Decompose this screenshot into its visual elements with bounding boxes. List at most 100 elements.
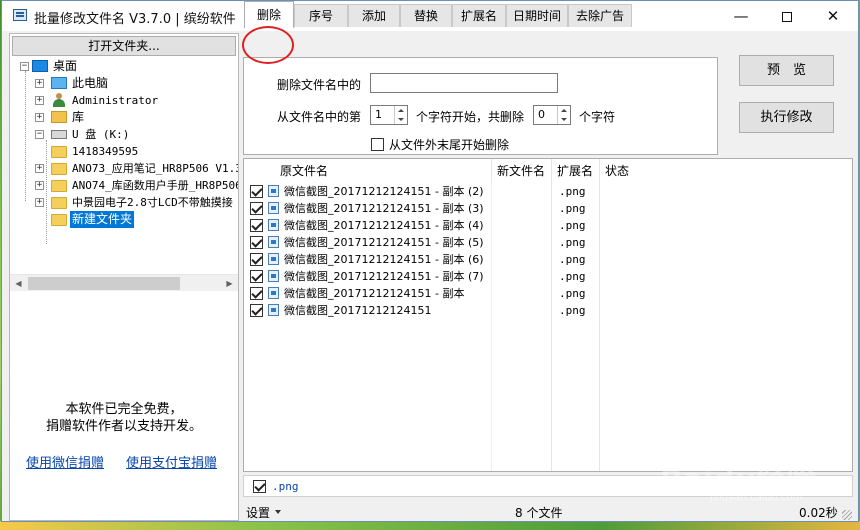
- count-suffix-label: 个字符: [579, 110, 616, 124]
- table-row[interactable]: 微信截图_20171212124151 - 副本 .png: [244, 285, 852, 302]
- extension-cell: .png: [559, 202, 586, 215]
- column-header-new-name[interactable]: 新文件名: [497, 159, 546, 183]
- spin-arrows-icon[interactable]: [394, 106, 407, 124]
- table-row[interactable]: 微信截图_20171212124151 - 副本 (4) .png: [244, 217, 852, 234]
- tree-node-folder[interactable]: + ANO74_库函数用户手册_HR8P506: [10, 177, 238, 194]
- tab-datetime[interactable]: 日期时间: [506, 4, 568, 27]
- folder-tree[interactable]: − 桌面 + 此电脑 + Administrator + 库 − U 盘 (K:…: [10, 58, 238, 274]
- tree-node-label: U 盘 (K:): [72, 128, 130, 141]
- tab-add[interactable]: 添加: [348, 4, 400, 27]
- delete-text-input[interactable]: [370, 73, 558, 93]
- folder-icon: [51, 197, 67, 209]
- row-checkbox[interactable]: [250, 287, 263, 300]
- preview-button[interactable]: 预 览: [739, 55, 834, 86]
- delete-in-name-label: 删除文件名中的: [277, 78, 362, 92]
- file-list[interactable]: 原文件名 新文件名 扩展名 状态 微信截图_20171212124151 - 副…: [243, 158, 853, 472]
- image-file-icon: [268, 236, 279, 248]
- image-file-icon: [268, 185, 279, 197]
- filter-extension-checkbox[interactable]: [253, 480, 266, 493]
- execute-rename-button[interactable]: 执行修改: [739, 102, 834, 133]
- tree-node-administrator[interactable]: + Administrator: [10, 92, 238, 109]
- column-header-extension[interactable]: 扩展名: [557, 159, 594, 183]
- donate-wechat-link[interactable]: 使用微信捐赠: [26, 452, 104, 471]
- tree-node-this-pc[interactable]: + 此电脑: [10, 75, 238, 92]
- tree-node-folder[interactable]: + 中景园电子2.8寸LCD不带触摸接: [10, 194, 238, 211]
- tree-node-label: 此电脑: [72, 76, 109, 90]
- row-checkbox[interactable]: [250, 270, 263, 283]
- row-checkbox[interactable]: [250, 219, 263, 232]
- start-suffix-label: 个字符开始，共删除: [416, 110, 525, 124]
- table-row[interactable]: 微信截图_20171212124151 - 副本 (5) .png: [244, 234, 852, 251]
- maximize-button[interactable]: [764, 1, 810, 31]
- row-checkbox[interactable]: [250, 253, 263, 266]
- row-checkbox[interactable]: [250, 304, 263, 317]
- file-count: 8 个文件: [515, 506, 563, 520]
- tab-replace[interactable]: 替换: [400, 4, 452, 27]
- folder-panel: 打开文件夹... − 桌面 + 此电脑 + Administrator + 库 …: [9, 33, 239, 521]
- folder-icon: [51, 180, 67, 192]
- free-notice: 本软件已完全免费， 捐赠软件作者以支持开发。: [10, 401, 238, 435]
- extension-cell: .png: [559, 304, 586, 317]
- scrollbar-thumb[interactable]: [28, 277, 180, 290]
- tab-sequence[interactable]: 序号: [294, 4, 348, 27]
- minimize-button[interactable]: —: [718, 1, 764, 31]
- tab-remove-ads[interactable]: 去除广告: [568, 4, 632, 27]
- user-icon: [53, 93, 65, 107]
- free-notice-line: 捐赠软件作者以支持开发。: [45, 419, 202, 434]
- scroll-right-icon[interactable]: ▶: [221, 275, 238, 292]
- tab-extension[interactable]: 扩展名: [452, 4, 506, 27]
- table-row[interactable]: 微信截图_20171212124151 - 副本 (6) .png: [244, 251, 852, 268]
- library-icon: [51, 111, 67, 123]
- column-header-original-name[interactable]: 原文件名: [280, 159, 329, 183]
- expand-icon[interactable]: +: [35, 79, 44, 88]
- start-position-value: 1: [375, 108, 382, 121]
- tree-node-library[interactable]: + 库: [10, 109, 238, 126]
- tree-node-new-folder-selected[interactable]: 新建文件夹: [10, 211, 238, 228]
- expand-icon[interactable]: +: [35, 181, 44, 190]
- row-checkbox[interactable]: [250, 236, 263, 249]
- donate-alipay-link[interactable]: 使用支付宝捐赠: [126, 452, 217, 471]
- app-icon: [13, 9, 27, 21]
- resize-grip-icon[interactable]: [842, 510, 852, 520]
- settings-menu[interactable]: 设置: [246, 504, 282, 521]
- extension-cell: .png: [559, 219, 586, 232]
- expand-icon[interactable]: +: [35, 96, 44, 105]
- tree-node-folder[interactable]: 1418349595: [10, 143, 238, 160]
- row-checkbox[interactable]: [250, 185, 263, 198]
- tab-delete[interactable]: 删除: [244, 1, 294, 28]
- collapse-icon[interactable]: −: [35, 130, 44, 139]
- original-name-cell: 微信截图_20171212124151 - 副本 (3): [284, 202, 484, 215]
- extension-cell: .png: [559, 287, 586, 300]
- open-folder-button[interactable]: 打开文件夹...: [12, 36, 236, 56]
- table-row[interactable]: 微信截图_20171212124151 - 副本 (3) .png: [244, 200, 852, 217]
- table-row[interactable]: 微信截图_20171212124151 - 副本 (7) .png: [244, 268, 852, 285]
- usb-drive-icon: [51, 130, 67, 139]
- tree-horizontal-scrollbar[interactable]: ◀ ▶: [10, 274, 238, 291]
- spin-arrows-icon[interactable]: [557, 106, 570, 124]
- column-header-status[interactable]: 状态: [605, 159, 630, 183]
- scroll-left-icon[interactable]: ◀: [10, 275, 27, 292]
- tree-node-desktop[interactable]: − 桌面: [10, 58, 238, 75]
- expand-icon[interactable]: +: [35, 198, 44, 207]
- original-name-cell: 微信截图_20171212124151 - 副本 (7): [284, 270, 484, 283]
- tree-node-folder[interactable]: + ANO73_应用笔记_HR8P506 V1.3: [10, 160, 238, 177]
- expand-icon[interactable]: +: [35, 164, 44, 173]
- extension-cell: .png: [559, 253, 586, 266]
- extension-cell: .png: [559, 270, 586, 283]
- delete-count-stepper[interactable]: 0: [533, 105, 571, 125]
- close-button[interactable]: ✕: [810, 1, 856, 31]
- desktop-background-bottom: [0, 521, 860, 530]
- filter-extension-label[interactable]: .png: [272, 480, 299, 493]
- table-row[interactable]: 微信截图_20171212124151 - 副本 (2) .png: [244, 183, 852, 200]
- table-row[interactable]: 微信截图_20171212124151 .png: [244, 302, 852, 319]
- collapse-icon[interactable]: −: [20, 62, 29, 71]
- start-position-stepper[interactable]: 1: [370, 105, 408, 125]
- tree-node-usb-drive[interactable]: − U 盘 (K:): [10, 126, 238, 143]
- from-end-checkbox[interactable]: [371, 138, 384, 151]
- extension-cell: .png: [559, 185, 586, 198]
- row-checkbox[interactable]: [250, 202, 263, 215]
- window-title: 批量修改文件名 V3.7.0 | 缤纷软件: [34, 12, 236, 27]
- expand-icon[interactable]: +: [35, 113, 44, 122]
- folder-icon: [51, 146, 67, 158]
- column-divider[interactable]: [491, 159, 492, 183]
